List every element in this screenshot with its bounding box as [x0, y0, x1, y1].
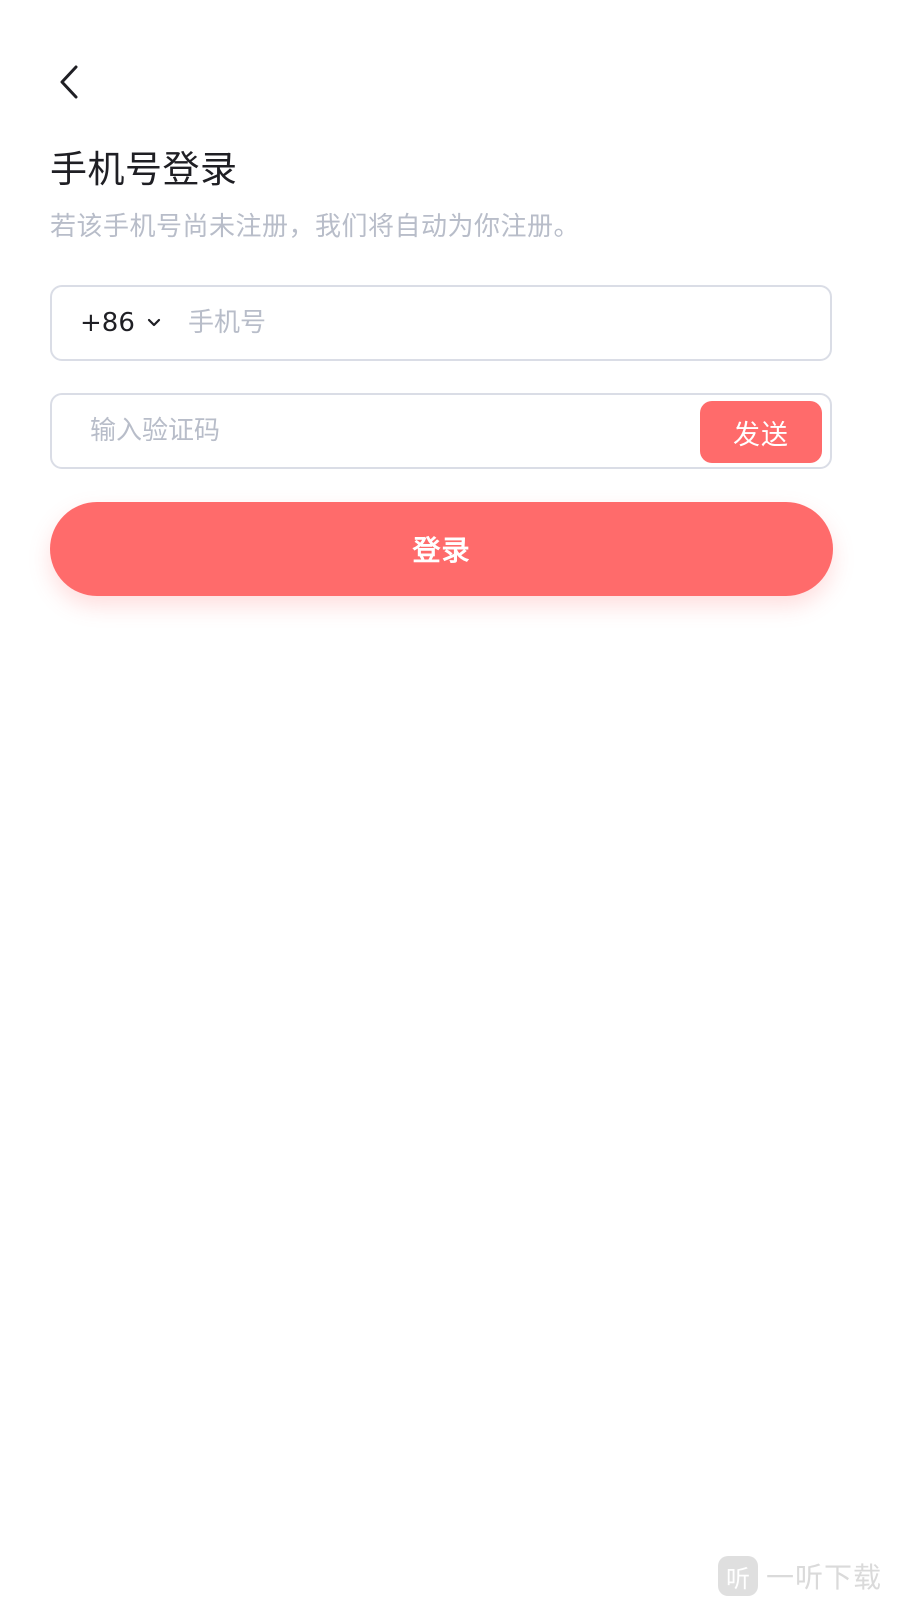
chevron-down-icon — [147, 316, 161, 330]
verification-code-field: 发送 — [50, 393, 832, 469]
back-button[interactable] — [46, 62, 90, 106]
watermark-text: 一听下载 — [765, 1561, 882, 1594]
page-subtitle: 若该手机号尚未注册，我们将自动为你注册。 — [50, 212, 581, 242]
send-code-button[interactable]: 发送 — [700, 401, 822, 463]
watermark: 听 一听下载 — [717, 1556, 882, 1596]
watermark-logo: 听 — [717, 1556, 758, 1596]
country-code-label: +86 — [80, 308, 135, 338]
login-button[interactable]: 登录 — [50, 502, 833, 596]
verification-code-input[interactable] — [90, 395, 690, 467]
chevron-left-icon — [56, 64, 80, 104]
phone-field: +86 — [50, 285, 832, 361]
page-title: 手机号登录 — [50, 148, 238, 191]
phone-input[interactable] — [188, 287, 788, 359]
country-code-select[interactable]: +86 — [80, 287, 161, 359]
